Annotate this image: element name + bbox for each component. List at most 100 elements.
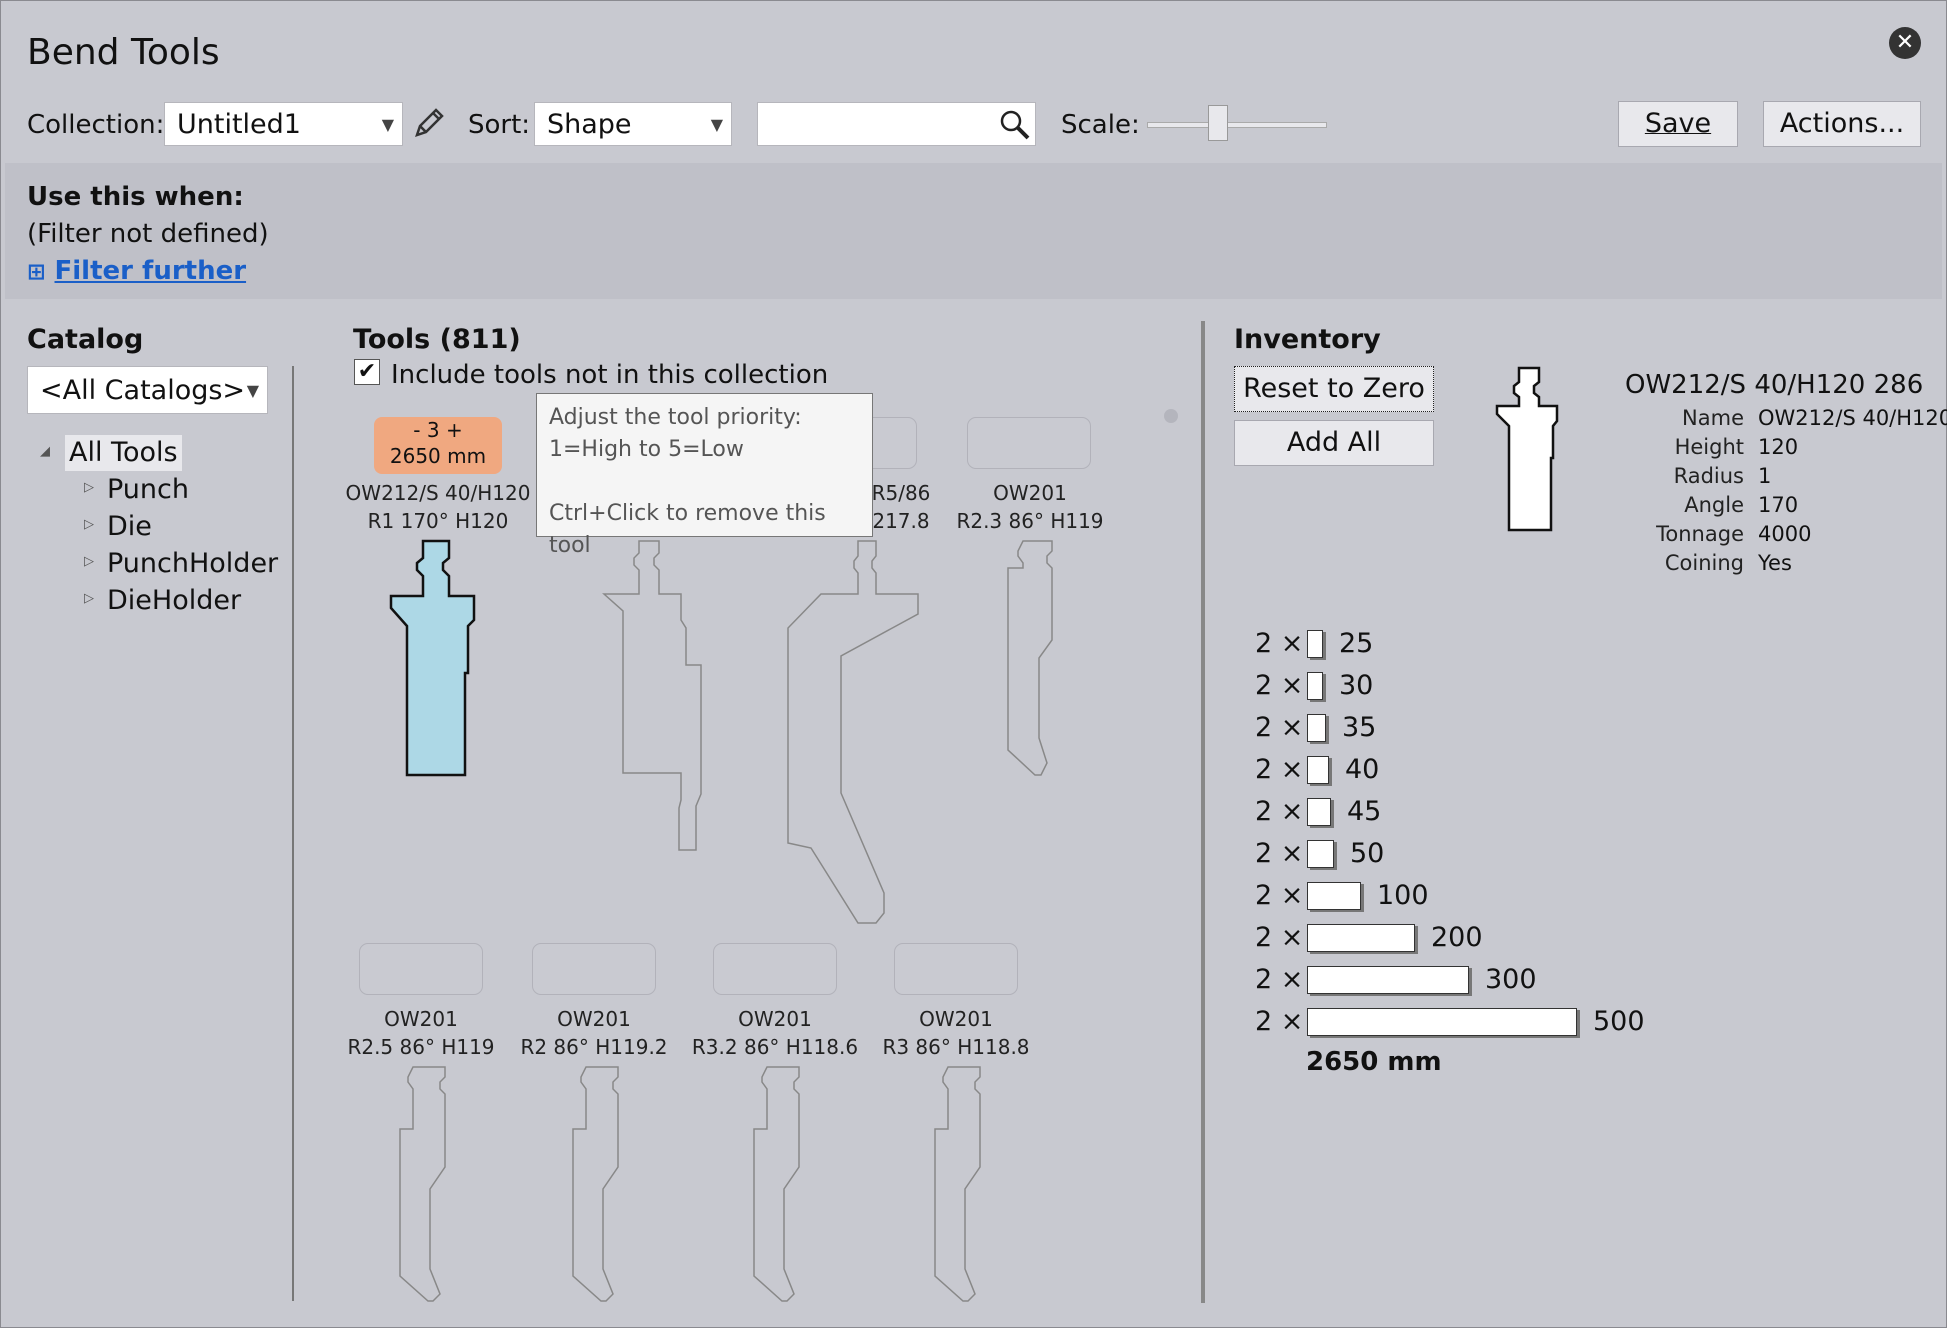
sort-dropdown[interactable]: Shape ▼ bbox=[534, 102, 732, 146]
segment-quantity[interactable]: 2 × bbox=[1255, 668, 1303, 704]
segment-quantity[interactable]: 2 × bbox=[1255, 626, 1303, 662]
segment-row[interactable]: 2 × 40 bbox=[1255, 752, 1755, 788]
tool-spec: R2 86° H119.2 bbox=[520, 1035, 668, 1059]
scale-slider-thumb[interactable] bbox=[1208, 105, 1228, 141]
tool-shape[interactable] bbox=[931, 1064, 991, 1308]
actions-button[interactable]: Actions... bbox=[1763, 101, 1921, 147]
sort-value: Shape bbox=[547, 109, 632, 140]
collection-dropdown[interactable]: Untitled1 ▼ bbox=[164, 102, 403, 146]
filter-further-link[interactable]: ⊞ Filter further bbox=[27, 253, 246, 291]
add-all-button[interactable]: Add All bbox=[1234, 420, 1434, 466]
priority-placeholder[interactable] bbox=[532, 943, 656, 995]
tool-spec: R3 86° H118.8 bbox=[882, 1035, 1030, 1059]
property-row: Coining Yes bbox=[1594, 549, 1947, 578]
segment-length: 40 bbox=[1345, 754, 1380, 785]
inventory-heading: Inventory bbox=[1234, 324, 1381, 355]
property-row: Angle 170 bbox=[1594, 491, 1947, 520]
search-input[interactable] bbox=[757, 102, 1036, 146]
segment-bar bbox=[1307, 882, 1361, 910]
segment-quantity[interactable]: 2 × bbox=[1255, 752, 1303, 788]
include-checkbox[interactable]: ✔ bbox=[354, 359, 380, 385]
tool-card-label[interactable]: OW201 R2.5 86° H119 bbox=[341, 1005, 501, 1061]
catalog-value: <All Catalogs> bbox=[40, 375, 246, 406]
expand-triangle-icon[interactable]: ▷ bbox=[84, 591, 94, 606]
scale-slider-track[interactable] bbox=[1147, 122, 1327, 128]
tool-card-label[interactable]: OW201 R2.3 86° H119 bbox=[945, 479, 1115, 535]
segment-length: 200 bbox=[1431, 922, 1483, 953]
segment-quantity[interactable]: 2 × bbox=[1255, 962, 1303, 998]
tool-card-label[interactable]: OW212/S 40/H120 R1 170° H120 bbox=[338, 479, 538, 535]
tool-card-label[interactable]: OW201 R3.2 86° H118.6 bbox=[685, 1005, 865, 1061]
save-button[interactable]: Save bbox=[1618, 101, 1738, 147]
priority-badge[interactable]: - 3 + 2650 mm bbox=[374, 417, 502, 474]
priority-placeholder[interactable] bbox=[894, 943, 1018, 995]
property-value: 120 bbox=[1758, 435, 1799, 459]
tree-item-all-tools[interactable]: All Tools bbox=[65, 435, 182, 471]
close-icon[interactable]: ✕ bbox=[1889, 27, 1921, 59]
inventory-divider[interactable] bbox=[1201, 321, 1205, 1303]
segment-quantity[interactable]: 2 × bbox=[1255, 920, 1303, 956]
tool-name: OW201 bbox=[919, 1007, 993, 1031]
pencil-icon[interactable] bbox=[411, 105, 447, 145]
tool-name: OW201 bbox=[738, 1007, 812, 1031]
tool-shape-selected[interactable] bbox=[386, 538, 496, 782]
segment-quantity[interactable]: 2 × bbox=[1255, 878, 1303, 914]
segment-row[interactable]: 2 × 100 bbox=[1255, 878, 1755, 914]
priority-placeholder[interactable] bbox=[967, 417, 1091, 469]
filter-panel bbox=[5, 163, 1942, 299]
priority-stepper[interactable]: - 3 + bbox=[374, 417, 502, 443]
tree-item-punchholder[interactable]: PunchHolder bbox=[107, 546, 278, 582]
reset-label: Reset to Zero bbox=[1243, 373, 1425, 404]
catalog-dropdown[interactable]: <All Catalogs> ▼ bbox=[27, 366, 268, 414]
tool-shape[interactable] bbox=[569, 1064, 629, 1308]
segment-row[interactable]: 2 × 500 bbox=[1255, 1004, 1755, 1040]
sort-label: Sort: bbox=[468, 110, 531, 140]
tool-name: OW201 bbox=[993, 481, 1067, 505]
segment-quantity[interactable]: 2 × bbox=[1255, 710, 1303, 746]
segment-quantity[interactable]: 2 × bbox=[1255, 794, 1303, 830]
tree-item-dieholder[interactable]: DieHolder bbox=[107, 583, 241, 619]
segment-row[interactable]: 2 × 200 bbox=[1255, 920, 1755, 956]
tool-card-label[interactable]: OW201 R2 86° H119.2 bbox=[509, 1005, 679, 1061]
tool-shape[interactable] bbox=[786, 538, 926, 932]
segment-bar bbox=[1307, 672, 1323, 700]
property-row: Name OW212/S 40/H120 bbox=[1594, 404, 1947, 433]
filter-further-label: Filter further bbox=[54, 256, 247, 286]
segment-row[interactable]: 2 × 30 bbox=[1255, 668, 1755, 704]
scroll-indicator bbox=[1164, 409, 1178, 423]
search-icon[interactable] bbox=[999, 109, 1031, 155]
priority-tooltip: Adjust the tool priority: 1=High to 5=Lo… bbox=[536, 393, 873, 558]
expand-icon: ⊞ bbox=[27, 260, 46, 285]
priority-placeholder[interactable] bbox=[359, 943, 483, 995]
tool-shape[interactable] bbox=[396, 1064, 456, 1308]
tool-spec: R2.3 86° H119 bbox=[956, 509, 1104, 533]
segment-length: 25 bbox=[1339, 628, 1374, 659]
expand-triangle-icon[interactable]: ▷ bbox=[84, 554, 94, 569]
expand-triangle-icon[interactable]: ▷ bbox=[84, 480, 94, 495]
segment-bar bbox=[1307, 966, 1469, 994]
segment-row[interactable]: 2 × 25 bbox=[1255, 626, 1755, 662]
expand-triangle-icon[interactable]: ▷ bbox=[84, 517, 94, 532]
property-value: 1 bbox=[1758, 464, 1772, 488]
tool-card-label[interactable]: OW201 R3 86° H118.8 bbox=[871, 1005, 1041, 1061]
tree-item-die[interactable]: Die bbox=[107, 509, 152, 545]
reset-to-zero-button[interactable]: Reset to Zero bbox=[1234, 366, 1434, 412]
segment-row[interactable]: 2 × 45 bbox=[1255, 794, 1755, 830]
segment-quantity[interactable]: 2 × bbox=[1255, 836, 1303, 872]
segment-row[interactable]: 2 × 300 bbox=[1255, 962, 1755, 998]
collapse-triangle-icon[interactable]: ◢ bbox=[40, 444, 50, 459]
tool-shape[interactable] bbox=[601, 538, 711, 862]
segment-row[interactable]: 2 × 50 bbox=[1255, 836, 1755, 872]
window-title: Bend Tools bbox=[27, 32, 220, 73]
tool-spec: R3.2 86° H118.6 bbox=[691, 1035, 859, 1059]
tool-shape[interactable] bbox=[750, 1064, 810, 1308]
tools-heading: Tools (811) bbox=[353, 324, 521, 355]
segment-bar bbox=[1307, 714, 1326, 742]
segment-length: 500 bbox=[1593, 1006, 1645, 1037]
property-value: 170 bbox=[1758, 493, 1799, 517]
tree-item-punch[interactable]: Punch bbox=[107, 472, 189, 508]
priority-placeholder[interactable] bbox=[713, 943, 837, 995]
segment-row[interactable]: 2 × 35 bbox=[1255, 710, 1755, 746]
tool-shape[interactable] bbox=[1001, 538, 1061, 782]
segment-quantity[interactable]: 2 × bbox=[1255, 1004, 1303, 1040]
